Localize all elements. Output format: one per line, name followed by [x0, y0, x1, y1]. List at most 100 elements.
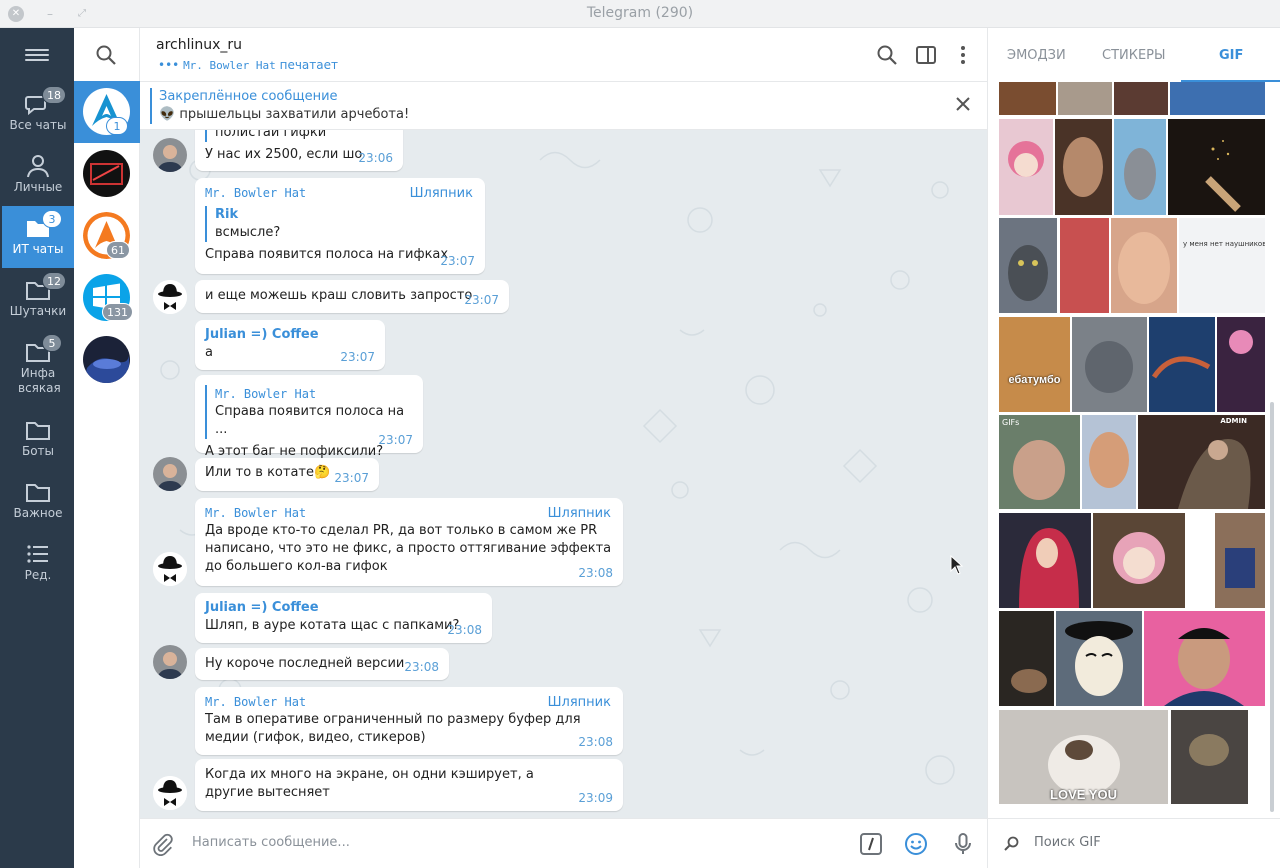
gif-item[interactable]: [999, 218, 1057, 313]
chat-item-2[interactable]: [74, 143, 140, 205]
chat-avatar: [83, 150, 130, 197]
user-avatar[interactable]: [153, 776, 187, 810]
pinned-message-bar[interactable]: Закреплённое сообщение 👽 прышельцы захва…: [140, 82, 987, 130]
reply-text: полистай гифки: [215, 130, 327, 140]
message-bubble[interactable]: Когда их много на экране, он одни кэширу…: [195, 759, 623, 811]
gif-item[interactable]: [1114, 119, 1166, 215]
gif-item[interactable]: [999, 82, 1056, 115]
folder-personal[interactable]: Личные: [2, 144, 74, 206]
message-bubble[interactable]: Ну короче последней версии 23:08: [195, 648, 449, 680]
gif-item[interactable]: ебатумбо: [999, 317, 1070, 412]
search-icon[interactable]: [95, 44, 117, 66]
sender-name[interactable]: Julian =) Coffee: [205, 320, 375, 344]
sender-name[interactable]: Julian =) Coffee: [205, 593, 482, 617]
message-text: Когда их много на экране, он одни кэширу…: [205, 767, 534, 800]
emoji-icon[interactable]: [904, 832, 928, 856]
tab-emoji[interactable]: ЭМОДЗИ: [1007, 48, 1066, 63]
folder-all-chats[interactable]: Все чаты 18: [2, 82, 74, 144]
message-bubble[interactable]: Julian =) Coffee а 23:07: [195, 320, 385, 370]
folder-icon: [26, 422, 50, 440]
more-menu-icon[interactable]: [952, 44, 974, 66]
gif-caption: LOVE YOU: [1050, 787, 1117, 802]
user-avatar[interactable]: [153, 552, 187, 586]
title-bar: ✕ – ⤢ Telegram (290): [0, 0, 1280, 28]
message-time: 23:08: [578, 566, 613, 580]
gif-item[interactable]: [1170, 82, 1265, 115]
folder-it-chats[interactable]: ИТ чаты 3: [2, 206, 74, 268]
gif-item[interactable]: ADMIN: [1138, 415, 1265, 509]
gif-item[interactable]: у меня нет наушников, так ч: [1179, 218, 1265, 313]
user-avatar[interactable]: [153, 138, 187, 172]
gif-item[interactable]: [1114, 82, 1168, 115]
gif-search-input[interactable]: Поиск GIF: [1034, 835, 1101, 850]
gif-item[interactable]: [1060, 218, 1109, 313]
message-text: Там в оперативе ограниченный по размеру …: [205, 712, 581, 745]
gif-search-bar: Поиск GIF: [988, 818, 1280, 868]
paperclip-icon[interactable]: [150, 832, 174, 856]
message-text: Справа появится полоса на гифках: [205, 247, 449, 262]
folder-label: Инфа всякая: [18, 366, 61, 395]
microphone-icon[interactable]: [951, 832, 975, 856]
reply-quote[interactable]: Rik всмысле?: [205, 206, 475, 242]
folder-jokes[interactable]: Шутачки 12: [2, 268, 74, 330]
chat-item-3[interactable]: 61: [74, 205, 140, 267]
unread-badge: 131: [102, 303, 133, 321]
folder-info[interactable]: Инфа всякая 5: [2, 330, 74, 400]
sidebar-toggle-icon[interactable]: [915, 44, 937, 66]
message-bubble[interactable]: Или то в котате🤔 23:07: [195, 458, 379, 491]
reply-quote: полистай гифки: [205, 130, 393, 142]
folder-important[interactable]: Важное: [2, 470, 74, 532]
gif-item[interactable]: [1168, 119, 1265, 215]
gif-item[interactable]: [1072, 317, 1147, 412]
message-composer: Написать сообщение...: [140, 818, 987, 868]
user-avatar[interactable]: [153, 457, 187, 491]
chat-title[interactable]: archlinux_ru: [156, 37, 242, 53]
hamburger-menu-icon[interactable]: [25, 46, 49, 64]
gif-item[interactable]: [1144, 611, 1265, 706]
gif-item[interactable]: [1111, 218, 1177, 313]
bot-commands-icon[interactable]: [859, 832, 883, 856]
pinned-accent-bar: [150, 88, 152, 124]
message-bubble[interactable]: Mr. Bowler Hat Шляпник Да вроде кто-то с…: [195, 498, 623, 586]
message-bubble[interactable]: Mr. Bowler Hat Шляпник Там в оперативе о…: [195, 687, 623, 755]
chat-item-archlinux[interactable]: 1: [74, 81, 140, 143]
message-text: Шляп, в ауре котата щас с папками?: [205, 618, 460, 633]
folder-edit[interactable]: Ред.: [2, 532, 74, 594]
gif-item[interactable]: [999, 513, 1091, 608]
message-time: 23:08: [578, 735, 613, 749]
chat-header: archlinux_ru ••• Mr. Bowler Hat печатает: [140, 28, 987, 82]
gif-item[interactable]: [1093, 513, 1185, 608]
tab-stickers[interactable]: СТИКЕРЫ: [1102, 48, 1166, 63]
gif-item[interactable]: [1055, 119, 1112, 215]
gif-item[interactable]: GIFs: [999, 415, 1080, 509]
gif-item[interactable]: [1058, 82, 1112, 115]
gif-item[interactable]: [1217, 317, 1265, 412]
gif-scrollbar[interactable]: [1270, 402, 1274, 812]
tab-gif[interactable]: GIF: [1219, 48, 1243, 63]
pinned-title: Закреплённое сообщение: [159, 89, 338, 104]
gif-item[interactable]: [1171, 710, 1248, 804]
gif-item[interactable]: LOVE YOU: [999, 710, 1168, 804]
close-icon[interactable]: [955, 96, 971, 112]
message-time: 23:07: [440, 254, 475, 268]
user-avatar[interactable]: [153, 645, 187, 679]
chat-item-5[interactable]: [74, 329, 140, 391]
message-bubble[interactable]: Julian =) Coffee Шляп, в ауре котата щас…: [195, 593, 492, 643]
message-bubble[interactable]: и еще можешь краш словить запросто 23:07: [195, 280, 509, 313]
gif-item[interactable]: [1082, 415, 1136, 509]
folder-bots[interactable]: Боты: [2, 408, 74, 470]
message-time: 23:07: [464, 293, 499, 307]
message-bubble[interactable]: Mr. Bowler Hat Шляпник Rik всмысле? Спра…: [195, 178, 485, 274]
message-bubble[interactable]: полистай гифки У нас их 2500, если шо 23…: [195, 130, 403, 171]
search-icon[interactable]: [876, 44, 898, 66]
gif-item[interactable]: [999, 611, 1054, 706]
gif-item[interactable]: [1056, 611, 1142, 706]
gif-item[interactable]: [999, 119, 1053, 215]
message-bubble[interactable]: Mr. Bowler Hat Справа появится полоса на…: [195, 375, 423, 459]
gif-item[interactable]: [1215, 513, 1265, 608]
gif-caption: у меня нет наушников, так ч: [1183, 240, 1265, 248]
gif-item[interactable]: [1149, 317, 1215, 412]
user-avatar[interactable]: [153, 280, 187, 314]
message-input[interactable]: Написать сообщение...: [192, 835, 350, 850]
chat-item-4[interactable]: 131: [74, 267, 140, 329]
